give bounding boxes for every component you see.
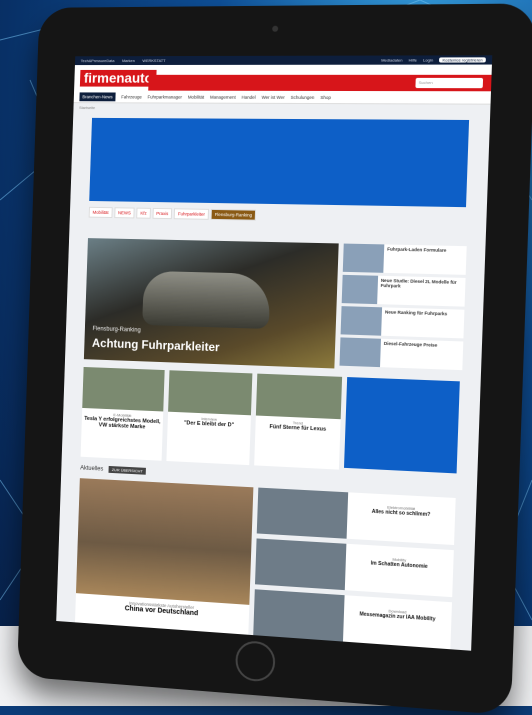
- login-link[interactable]: Login: [423, 57, 433, 62]
- side-text: Diesel-Fahrzeuge Preise: [383, 339, 437, 369]
- article-card[interactable]: Interview "Der E bleibt der D": [166, 370, 252, 465]
- hero-car-image: [142, 271, 271, 329]
- nav-item-handel[interactable]: Handel: [242, 94, 256, 99]
- tab-mobilitaet[interactable]: Mobilität: [89, 207, 113, 218]
- topic-tabs: Mobilität NEWS Kfz Praxis Fuhrparkleiter…: [70, 207, 487, 225]
- side-item[interactable]: Neue Studie: Diesel 2L Modelle für Fuhrp…: [342, 275, 466, 307]
- tab-news[interactable]: NEWS: [114, 207, 135, 218]
- header: firmenauto Suchen: [74, 65, 492, 92]
- list-image: [253, 589, 344, 641]
- news-list: Elektromobilität Alles nicht so schlimm? …: [253, 488, 456, 651]
- mediadaten-link[interactable]: Mediadaten: [381, 58, 403, 63]
- side-title: Fuhrpark-Laden Formulare: [387, 247, 446, 253]
- nav-item-fahrzeuge[interactable]: Fahrzeuge: [121, 94, 142, 99]
- list-item[interactable]: Mobility Im Schatten Autonomie: [255, 538, 454, 597]
- feature-article[interactable]: Innovationsstärkste Autohersteller China…: [75, 478, 254, 647]
- hero-title[interactable]: Achtung Fuhrparkleiter: [92, 336, 220, 354]
- nav-item-fuhrparkmanager[interactable]: Fuhrparkmanager: [147, 94, 182, 99]
- camera: [272, 26, 278, 32]
- section-header: Aktuelles ZUR ÜBERSICHT: [80, 465, 146, 475]
- card-image: [82, 367, 164, 412]
- side-item[interactable]: Fuhrpark-Laden Formulare: [343, 244, 467, 275]
- list-text: Mobility Im Schatten Autonomie: [345, 544, 454, 597]
- help-link[interactable]: Hilfe: [409, 57, 417, 62]
- nav-item-shop[interactable]: Shop: [320, 94, 331, 99]
- feature-image: [76, 478, 253, 605]
- nav-item-branchen-news[interactable]: Branchen-News: [79, 92, 115, 101]
- list-image: [257, 488, 348, 539]
- topbar-right: Mediadaten Hilfe Login Kostenlos registr…: [381, 57, 486, 62]
- tab-praxis[interactable]: Praxis: [152, 208, 172, 219]
- card-image: [168, 370, 252, 415]
- list-item[interactable]: Download Messemagazin zur IAA Mobility: [253, 589, 452, 649]
- overview-button[interactable]: ZUR ÜBERSICHT: [109, 466, 146, 475]
- search-input[interactable]: Suchen: [415, 78, 483, 88]
- home-button[interactable]: [235, 640, 276, 683]
- nav-item-wer-ist-wer[interactable]: Wer ist Wer: [261, 94, 284, 99]
- nav-item-schulungen[interactable]: Schulungen: [291, 94, 315, 99]
- side-item[interactable]: Neue Ranking für Fuhrparks: [341, 306, 465, 338]
- side-title: Diesel-Fahrzeuge Preise: [384, 341, 438, 348]
- side-list: Fuhrpark-Laden Formulare Neue Studie: Di…: [339, 244, 466, 374]
- section-title: Aktuelles: [80, 465, 103, 472]
- article-card[interactable]: Trend Fünf Sterne für Lexus: [254, 374, 342, 470]
- side-thumbnail: [342, 275, 378, 304]
- tab-flensburg-ranking[interactable]: Flensburg-Ranking: [211, 209, 257, 221]
- side-text: Neue Studie: Diesel 2L Modelle für Fuhrp…: [380, 276, 466, 307]
- tablet-device: Tech&PressureData Marken WERKSTATT Media…: [17, 3, 532, 715]
- list-text: Download Messemagazin zur IAA Mobility: [343, 595, 452, 649]
- tab-kfz[interactable]: Kfz: [136, 208, 150, 219]
- list-item[interactable]: Elektromobilität Alles nicht so schlimm?: [257, 488, 456, 545]
- side-thumbnail: [339, 337, 381, 367]
- side-text: Fuhrpark-Laden Formulare: [386, 244, 446, 274]
- card-title[interactable]: Tesla Y erfolgreichstes Modell, VW stärk…: [82, 416, 163, 431]
- article-cards: E-Mobilität Tesla Y erfolgreichstes Model…: [81, 367, 343, 470]
- card-image: [256, 374, 342, 420]
- side-thumbnail: [341, 306, 383, 336]
- topbar-link[interactable]: Marken: [122, 58, 135, 63]
- topbar-link[interactable]: WERKSTATT: [142, 58, 165, 63]
- register-button[interactable]: Kostenlos registrieren: [439, 57, 486, 62]
- list-text: Elektromobilität Alles nicht so schlimm?: [347, 492, 456, 545]
- screen: Tech&PressureData Marken WERKSTATT Media…: [56, 55, 492, 650]
- logo[interactable]: firmenauto: [80, 69, 157, 86]
- hero-kicker: Flensburg-Ranking: [92, 326, 140, 333]
- tab-fuhrparkleiter[interactable]: Fuhrparkleiter: [174, 208, 209, 220]
- nav-item-management[interactable]: Management: [210, 94, 236, 99]
- list-image: [255, 538, 346, 590]
- topbar-link[interactable]: Tech&PressureData: [81, 58, 115, 63]
- side-item[interactable]: Diesel-Fahrzeuge Preise: [339, 337, 463, 370]
- nav-item-mobilitaet[interactable]: Mobilität: [188, 94, 204, 99]
- side-text: Neue Ranking für Fuhrparks: [384, 307, 447, 337]
- ad-square[interactable]: [344, 377, 460, 473]
- ad-banner[interactable]: [89, 118, 469, 207]
- side-title: Neue Studie: Diesel 2L Modelle für Fuhrp…: [381, 278, 466, 290]
- side-title: Neue Ranking für Fuhrparks: [385, 309, 447, 316]
- breadcrumb[interactable]: Startseite: [73, 103, 490, 114]
- top-bar: Tech&PressureData Marken WERKSTATT Media…: [75, 55, 492, 65]
- side-thumbnail: [343, 244, 385, 273]
- article-card[interactable]: E-Mobilität Tesla Y erfolgreichstes Model…: [81, 367, 165, 461]
- hero-article[interactable]: Flensburg-Ranking Achtung Fuhrparkleiter: [84, 238, 339, 368]
